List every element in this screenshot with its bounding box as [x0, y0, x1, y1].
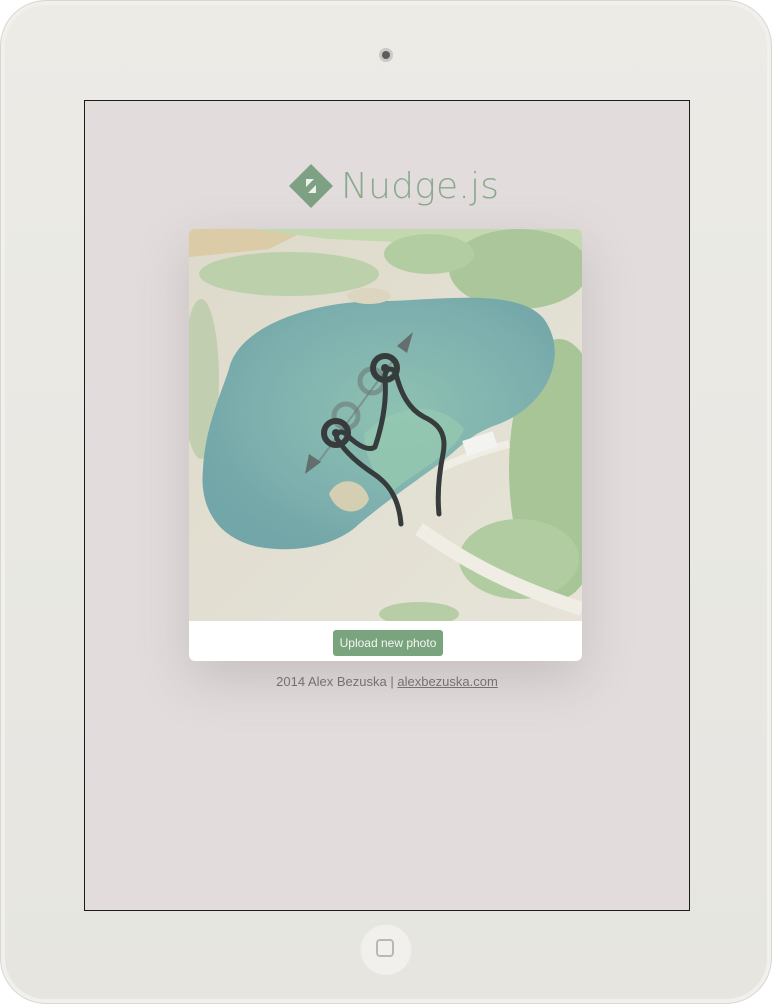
home-button-icon[interactable]	[360, 923, 412, 975]
camera-icon	[379, 48, 393, 62]
photo-viewport[interactable]	[189, 229, 582, 621]
footer: 2014 Alex Bezuska | alexbezuska.com	[85, 674, 689, 689]
home-square-icon	[376, 939, 394, 957]
screen: Nudge.js Upload new photo 2014 Alex Bezu…	[84, 100, 690, 911]
logo[interactable]: Nudge.js	[287, 161, 499, 211]
footer-copyright: 2014 Alex Bezuska |	[276, 674, 398, 689]
nudge-diamond-icon	[289, 164, 333, 208]
photo-card: Upload new photo	[189, 229, 582, 661]
logo-text: Nudge.js	[341, 165, 500, 207]
upload-new-photo-button[interactable]: Upload new photo	[333, 630, 443, 656]
footer-link[interactable]: alexbezuska.com	[397, 674, 497, 689]
tablet-frame: Nudge.js Upload new photo 2014 Alex Bezu…	[0, 0, 772, 1004]
aerial-lake-photo	[189, 229, 582, 621]
